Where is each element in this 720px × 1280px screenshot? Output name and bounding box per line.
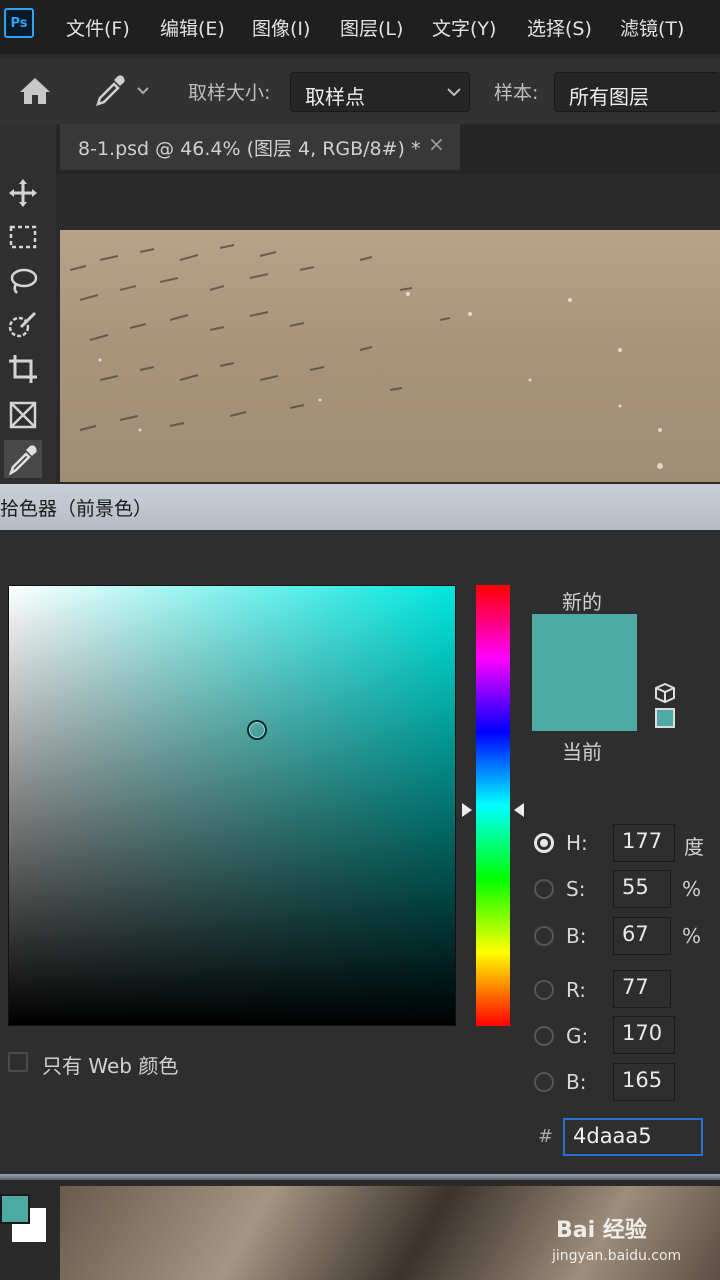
red-radio[interactable] (534, 980, 554, 1000)
blue-label: B: (566, 1070, 587, 1094)
sample-label: 样本: (494, 82, 539, 104)
web-only-checkbox[interactable] (8, 1052, 28, 1072)
color-selector-ring[interactable] (247, 720, 267, 740)
hue-label: H: (566, 831, 588, 855)
quick-selection-tool-icon[interactable] (4, 306, 42, 344)
menu-image[interactable]: 图像(I) (252, 14, 310, 41)
saturation-input[interactable]: 55 (613, 870, 671, 908)
hue-slider-left-arrow-icon[interactable] (460, 802, 474, 818)
sample-size-value: 取样点 (305, 85, 365, 109)
menu-type[interactable]: 文字(Y) (432, 14, 496, 41)
menu-select[interactable]: 选择(S) (527, 14, 592, 41)
hue-unit: 度 (684, 835, 704, 859)
web-safe-color-swatch[interactable] (655, 708, 675, 728)
hue-input[interactable]: 177 (613, 824, 675, 862)
blue-radio[interactable] (534, 1072, 554, 1092)
brightness-input[interactable]: 67 (613, 917, 671, 955)
green-radio[interactable] (534, 1026, 554, 1046)
dialog-title-bar[interactable]: 拾色器（前景色） (0, 484, 720, 530)
lasso-tool-icon[interactable] (4, 262, 42, 300)
eyedropper-tool-icon[interactable] (4, 440, 42, 478)
brightness-radio[interactable] (534, 926, 554, 946)
red-input[interactable]: 77 (613, 970, 671, 1008)
frame-tool-icon[interactable] (4, 396, 42, 434)
saturation-brightness-field[interactable] (8, 585, 456, 1026)
baidu-watermark-brand: Bai 经验 (556, 1218, 647, 1243)
brightness-unit: % (682, 924, 702, 948)
menu-filter[interactable]: 滤镜(T) (620, 14, 684, 41)
hex-input[interactable]: 4daaa5 (563, 1118, 703, 1156)
new-color-swatch (532, 614, 637, 731)
menu-file[interactable]: 文件(F) (66, 14, 130, 41)
close-tab-icon[interactable]: × (428, 132, 445, 156)
sand-texture-image (69, 244, 663, 469)
dialog-bottom-border (0, 1174, 720, 1180)
sample-size-select[interactable]: 取样点 (290, 72, 470, 112)
eyedropper-preset-icon[interactable] (92, 72, 152, 112)
new-color-label: 新的 (562, 590, 602, 614)
document-tab[interactable]: 8-1.psd @ 46.4% (图层 4, RGB/8#) * × (60, 124, 460, 170)
hex-label: # (538, 1126, 554, 1147)
document-tab-title: 8-1.psd @ 46.4% (图层 4, RGB/8#) * (78, 138, 421, 160)
chevron-down-icon (447, 88, 461, 97)
out-of-gamut-cube-icon[interactable] (654, 682, 676, 704)
saturation-label: S: (566, 877, 586, 901)
hue-slider-right-arrow-icon[interactable] (512, 802, 526, 818)
green-label: G: (566, 1024, 589, 1048)
saturation-radio[interactable] (534, 879, 554, 899)
web-only-label: 只有 Web 颜色 (42, 1054, 179, 1078)
home-icon[interactable] (18, 76, 52, 110)
sample-value: 所有图层 (569, 85, 649, 109)
red-label: R: (566, 978, 587, 1002)
move-tool-icon[interactable] (4, 174, 42, 212)
sample-size-label: 取样大小: (188, 82, 271, 104)
document-canvas[interactable] (60, 230, 720, 482)
baidu-watermark-url: jingyan.baidu.com (552, 1248, 682, 1264)
hue-radio[interactable] (534, 833, 554, 853)
crop-tool-icon[interactable] (4, 350, 42, 388)
green-input[interactable]: 170 (613, 1016, 675, 1054)
dialog-title: 拾色器（前景色） (0, 498, 153, 520)
hue-slider[interactable] (476, 585, 510, 1026)
saturation-unit: % (682, 877, 702, 901)
marquee-tool-icon[interactable] (4, 218, 42, 256)
photoshop-logo: Ps (4, 8, 34, 38)
foreground-color-swatch[interactable] (0, 1194, 30, 1224)
menu-layer[interactable]: 图层(L) (340, 14, 403, 41)
sample-select[interactable]: 所有图层 (554, 72, 720, 112)
current-color-label: 当前 (562, 740, 602, 764)
blue-input[interactable]: 165 (613, 1063, 675, 1101)
brightness-label: B: (566, 924, 587, 948)
menu-edit[interactable]: 编辑(E) (160, 14, 225, 41)
